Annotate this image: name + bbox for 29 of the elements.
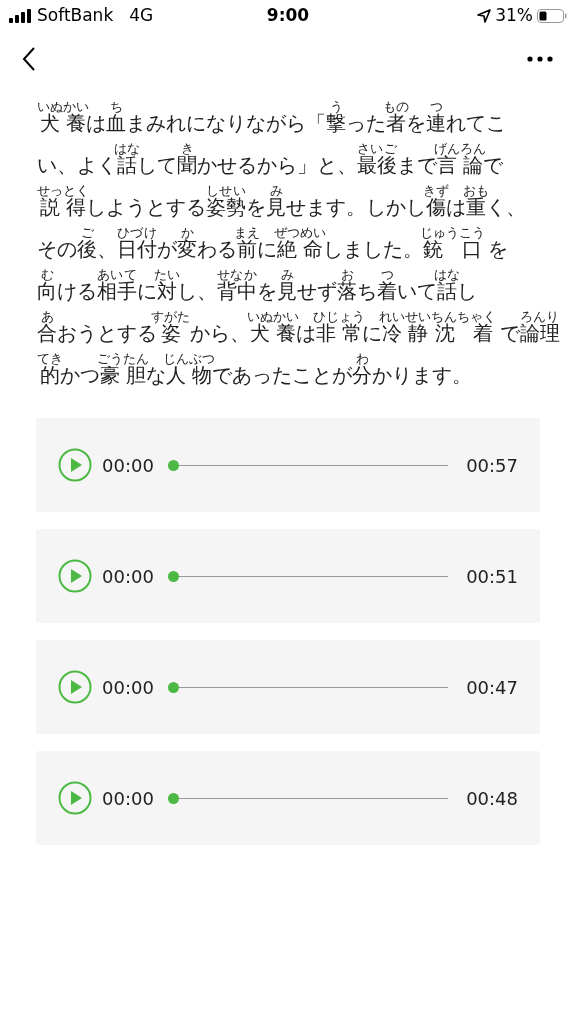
play-button[interactable] [58,781,92,815]
duration-time: 00:51 [466,564,518,589]
location-arrow-icon [477,9,492,23]
network-type: 4G [129,4,154,28]
back-chevron-icon [22,46,36,72]
carrier-name: SoftBank [37,4,114,28]
progress-track[interactable] [167,792,449,804]
progress-track[interactable] [167,681,449,693]
current-time: 00:00 [102,675,154,700]
clock-time: 9:00 [266,4,310,28]
progress-track[interactable] [167,459,449,471]
progress-thumb[interactable] [167,681,179,693]
more-icon [527,56,553,62]
progress-thumb[interactable] [167,792,179,804]
play-button[interactable] [58,559,92,593]
signal-icon [9,9,33,23]
current-time: 00:00 [102,786,154,811]
current-time: 00:00 [102,564,154,589]
progress-thumb[interactable] [167,459,179,471]
battery-percent: 31% [495,4,533,28]
battery-icon [537,9,567,23]
current-time: 00:00 [102,453,154,478]
duration-time: 00:48 [466,786,518,811]
progress-track[interactable] [167,570,449,582]
play-button[interactable] [58,448,92,482]
play-button[interactable] [58,670,92,704]
duration-time: 00:47 [466,675,518,700]
duration-time: 00:57 [466,453,518,478]
progress-thumb[interactable] [167,570,179,582]
